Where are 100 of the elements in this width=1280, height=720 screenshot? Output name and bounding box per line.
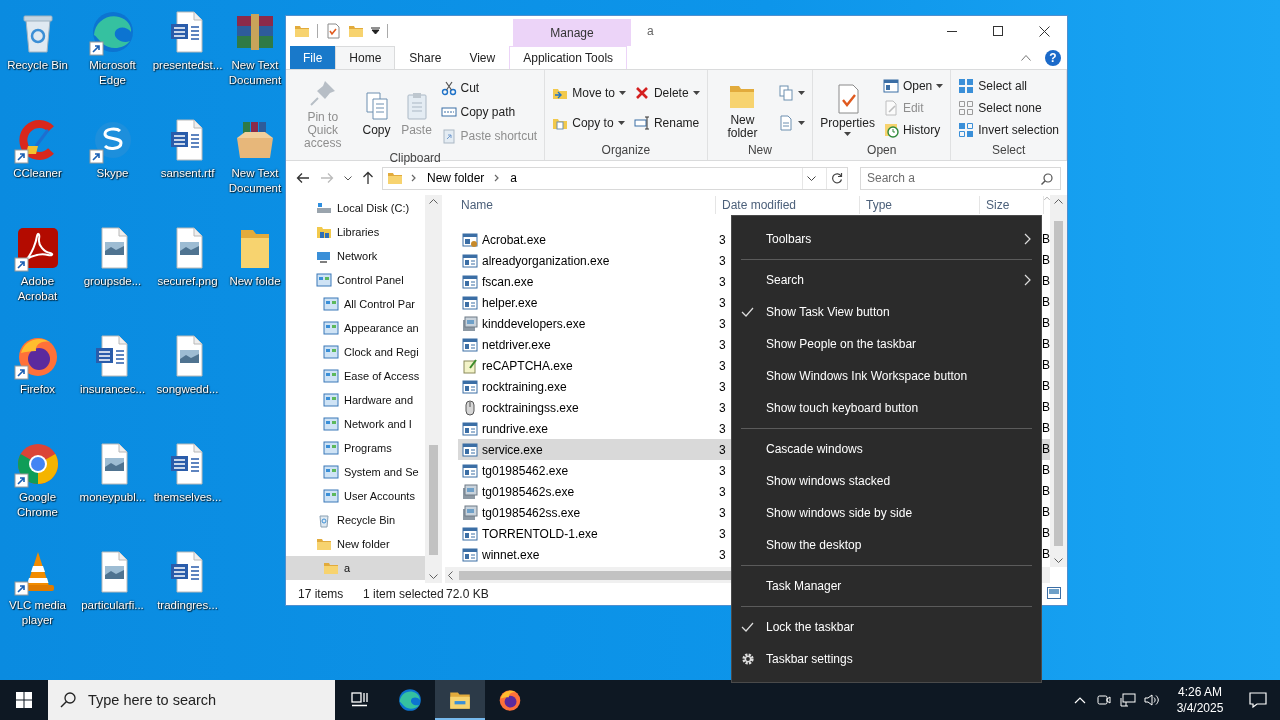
nav-item[interactable]: Network and I: [286, 412, 425, 436]
menu-item[interactable]: Show the desktop: [732, 529, 1041, 561]
date-cell: 3: [719, 400, 726, 415]
menu-item[interactable]: Lock the taskbar: [732, 611, 1041, 643]
nav-item[interactable]: Recycle Bin: [286, 508, 425, 532]
menu-item[interactable]: Show touch keyboard button: [732, 392, 1041, 424]
ribbon-tab[interactable]: Share: [395, 46, 456, 69]
file-row[interactable]: Acrobat.exe 3: [458, 229, 731, 250]
file-row[interactable]: rocktrainingss.exe 3: [458, 397, 731, 418]
file-row[interactable]: service.exe 3: [458, 439, 731, 460]
menu-item[interactable]: Show windows side by side: [732, 497, 1041, 529]
invert-selection-button[interactable]: Invert selection: [955, 121, 1062, 139]
copy-path-button[interactable]: Copy path: [437, 103, 541, 121]
column-header[interactable]: Name: [455, 196, 716, 214]
file-menu-button[interactable]: File: [290, 46, 336, 69]
back-button[interactable]: [294, 170, 312, 186]
program-icon: [462, 441, 478, 458]
file-row[interactable]: alreadyorganization.exe 3: [458, 250, 731, 271]
nav-item[interactable]: Ease of Access: [286, 364, 425, 388]
search-field[interactable]: Search a: [860, 166, 1061, 190]
menu-item[interactable]: Show Task View button: [732, 296, 1041, 328]
nav-item[interactable]: Libraries: [286, 220, 425, 244]
new-folder-button[interactable]: New folder: [711, 75, 774, 141]
up-button[interactable]: [360, 169, 376, 187]
properties-icon[interactable]: [325, 23, 341, 39]
nav-item[interactable]: Control Panel: [286, 268, 425, 292]
nav-item[interactable]: All Control Par: [286, 292, 425, 316]
collapse-ribbon-icon[interactable]: [1021, 54, 1031, 61]
select-all-button[interactable]: Select all: [955, 77, 1062, 95]
nav-item[interactable]: Network: [286, 244, 425, 268]
menu-item[interactable]: Search: [732, 264, 1041, 296]
recent-locations-button[interactable]: [342, 173, 354, 183]
nav-item[interactable]: Programs: [286, 436, 425, 460]
copy-to-button[interactable]: Copy to: [549, 113, 629, 132]
search-field[interactable]: Type here to search: [48, 680, 335, 720]
date-cell: 3: [719, 295, 726, 310]
file-row[interactable]: helper.exe 3: [458, 292, 731, 313]
scrollbar-thumb[interactable]: [1054, 221, 1063, 546]
file-row[interactable]: tg01985462ss.exe 3: [458, 502, 731, 523]
cut-button[interactable]: Cut: [437, 79, 541, 97]
copy-button[interactable]: Copy: [357, 86, 396, 138]
installer-icon: [462, 483, 478, 500]
ribbon-tab[interactable]: Home: [335, 46, 396, 69]
customize-toolbar-icon[interactable]: [371, 27, 380, 35]
nav-item[interactable]: System and Se: [286, 460, 425, 484]
column-header[interactable]: Size: [980, 196, 1044, 214]
address-bar[interactable]: New folder a: [382, 166, 848, 190]
vertical-scrollbar[interactable]: [425, 195, 442, 583]
select-none-button[interactable]: Select none: [955, 99, 1062, 117]
file-name: service.exe: [482, 442, 543, 457]
history-button[interactable]: History: [879, 121, 947, 139]
file-row[interactable]: tg01985462s.exe 3: [458, 481, 731, 502]
menu-item[interactable]: Show People on the taskbar: [732, 328, 1041, 360]
icon-label: CCleaner: [13, 166, 62, 181]
scrollbar-thumb[interactable]: [429, 445, 438, 555]
program-icon: [462, 336, 478, 353]
rename-button[interactable]: Rename: [630, 113, 703, 132]
column-header[interactable]: Type: [860, 196, 980, 214]
nav-item[interactable]: Hardware and: [286, 388, 425, 412]
breadcrumb[interactable]: a: [508, 171, 520, 185]
menu-item[interactable]: Show windows stacked: [732, 465, 1041, 497]
program-icon: [462, 420, 478, 437]
nav-item[interactable]: New folder: [286, 532, 425, 556]
ribbon-tab[interactable]: Application Tools: [509, 46, 628, 69]
menu-item[interactable]: Taskbar settings: [732, 643, 1041, 675]
file-row[interactable]: TORRENTOLD-1.exe 3: [458, 523, 731, 544]
column-header[interactable]: Date modified: [716, 196, 860, 214]
file-row[interactable]: netdriver.exe 3: [458, 334, 731, 355]
file-row[interactable]: rocktraining.exe 3: [458, 376, 731, 397]
file-row[interactable]: reCAPTCHA.exe 3: [458, 355, 731, 376]
size-cell-text: B: [1041, 546, 1050, 563]
file-row[interactable]: winnet.exe 3: [458, 544, 731, 565]
nav-item[interactable]: Local Disk (C:): [286, 196, 425, 220]
size-cell-text: B: [1041, 462, 1050, 479]
properties-button[interactable]: Properties: [817, 79, 878, 137]
size-cell-text: B: [1041, 315, 1050, 332]
menu-item[interactable]: Task Manager: [732, 570, 1041, 602]
file-row[interactable]: rundrive.exe 3: [458, 418, 731, 439]
nav-item[interactable]: Clock and Regi: [286, 340, 425, 364]
nav-item[interactable]: a: [286, 556, 425, 580]
help-button[interactable]: ?: [1045, 49, 1061, 66]
clock-button[interactable]: 4:26 AM 3/4/2025: [1164, 680, 1236, 720]
menu-item[interactable]: Show Windows Ink Workspace button: [732, 360, 1041, 392]
large-icons-view-icon[interactable]: [1047, 586, 1061, 599]
file-row[interactable]: kinddevelopers.exe 3: [458, 313, 731, 334]
nav-item[interactable]: User Accounts: [286, 484, 425, 508]
breadcrumb[interactable]: New folder: [425, 171, 487, 185]
file-row[interactable]: fscan.exe 3: [458, 271, 731, 292]
program-icon: [462, 294, 478, 311]
vertical-scrollbar[interactable]: [1050, 195, 1067, 567]
file-row[interactable]: tg01985462.exe 3: [458, 460, 731, 481]
menu-item[interactable]: Toolbars: [732, 223, 1041, 255]
page-icon: [778, 114, 795, 131]
open-button[interactable]: Open: [879, 77, 947, 95]
move-to-button[interactable]: Move to: [549, 84, 629, 103]
taskbar-app-button[interactable]: [435, 680, 485, 720]
delete-button[interactable]: Delete: [630, 84, 703, 103]
menu-item[interactable]: Cascade windows: [732, 433, 1041, 465]
nav-item[interactable]: Appearance an: [286, 316, 425, 340]
ribbon-tab[interactable]: View: [455, 46, 510, 69]
